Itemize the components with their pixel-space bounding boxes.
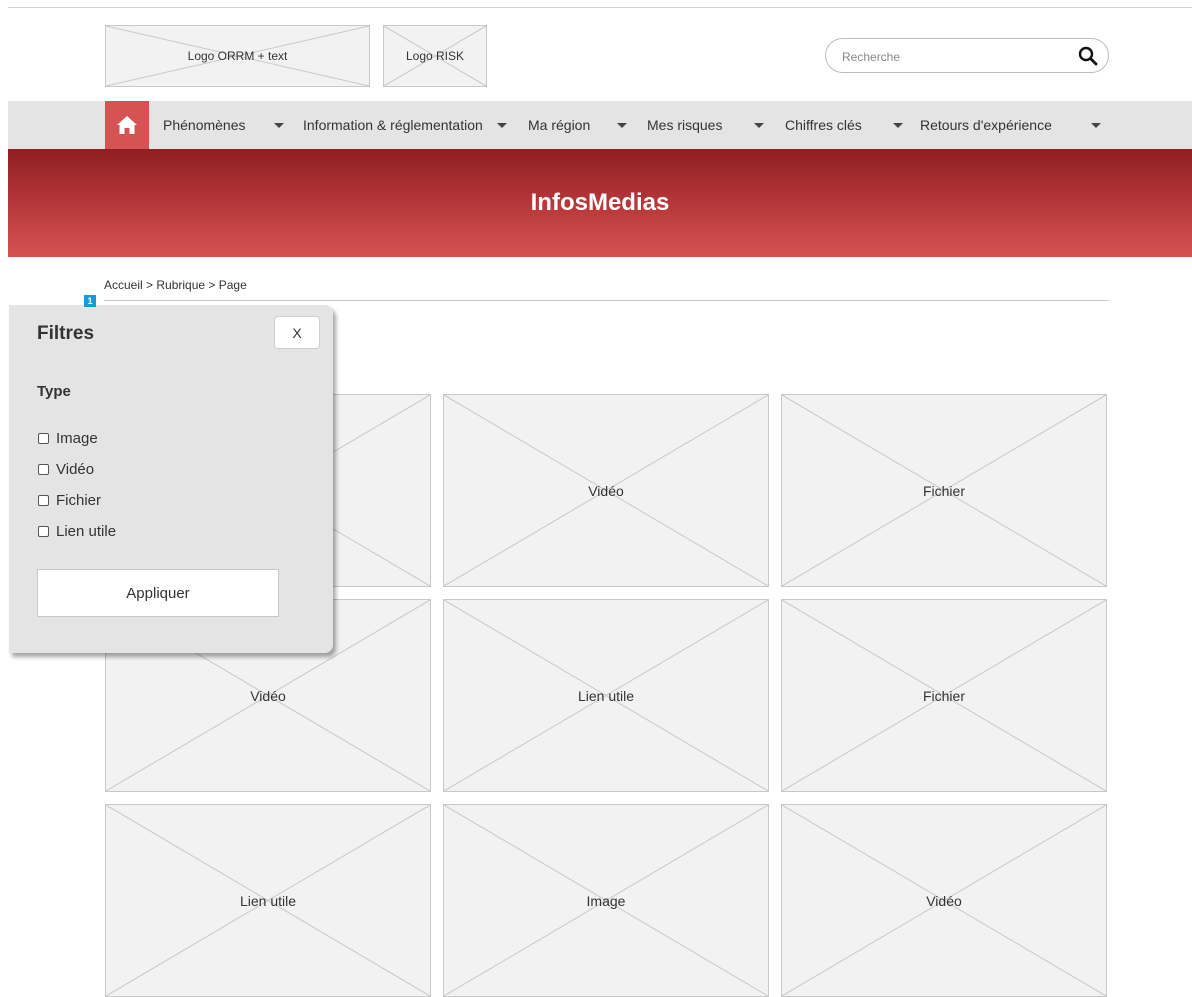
filter-section-title: Type [37, 383, 71, 400]
chevron-down-icon[interactable] [497, 123, 507, 128]
filter-option-lien-utile[interactable]: Lien utile [38, 523, 116, 540]
top-divider [8, 7, 1192, 8]
main-nav: Phénomènes Information & réglementation … [8, 101, 1192, 149]
media-card-label: Vidéo [926, 892, 962, 909]
media-card-label: Vidéo [588, 482, 624, 499]
filter-option-fichier[interactable]: Fichier [38, 492, 101, 509]
media-card-label: Fichier [922, 687, 965, 704]
nav-item-ma-region[interactable]: Ma région [528, 101, 590, 149]
filter-option-image[interactable]: Image [38, 430, 98, 447]
media-card-label: Lien utile [239, 892, 297, 909]
annotation-badge: 1 [84, 295, 96, 307]
breadcrumb[interactable]: Accueil > Rubrique > Page [104, 278, 247, 292]
media-card[interactable]: Image [443, 804, 769, 997]
checkbox[interactable] [38, 526, 49, 537]
home-button[interactable] [105, 101, 149, 149]
page-banner: InfosMedias [8, 149, 1192, 257]
filter-option-label: Vidéo [56, 461, 95, 478]
checkbox[interactable] [38, 433, 49, 444]
media-card-label: Lien utile [577, 687, 635, 704]
nav-item-chiffres-cles[interactable]: Chiffres clés [785, 101, 862, 149]
search-icon[interactable] [1078, 46, 1098, 66]
nav-label: Phénomènes [163, 117, 246, 133]
logo-orrm-label: Logo ORRM + text [187, 49, 288, 63]
nav-label: Mes risques [647, 117, 723, 133]
page-title: InfosMedias [530, 189, 670, 216]
nav-label: Information & réglementation [303, 117, 483, 133]
breadcrumb-divider [104, 300, 1109, 301]
media-card-label: Vidéo [250, 687, 286, 704]
media-card[interactable]: Fichier [781, 599, 1107, 792]
filter-option-video[interactable]: Vidéo [38, 461, 94, 478]
chevron-down-icon[interactable] [1091, 123, 1101, 128]
filter-title: Filtres [37, 323, 95, 344]
home-icon [117, 116, 137, 134]
media-card[interactable]: Vidéo [781, 804, 1107, 997]
logo-risk[interactable]: Logo RISK [383, 25, 487, 87]
chevron-down-icon[interactable] [893, 123, 903, 128]
media-card[interactable]: Lien utile [105, 804, 431, 997]
close-button[interactable]: X [274, 316, 320, 349]
apply-button[interactable]: Appliquer [37, 569, 279, 617]
nav-item-mes-risques[interactable]: Mes risques [647, 101, 722, 149]
nav-label: Retours d'expérience [920, 117, 1052, 133]
checkbox[interactable] [38, 495, 49, 506]
nav-item-retours[interactable]: Retours d'expérience [920, 101, 1052, 149]
filter-option-label: Image [56, 430, 98, 447]
search-input[interactable] [840, 46, 1064, 68]
logo-orrm[interactable]: Logo ORRM + text [105, 25, 370, 87]
filter-panel: Filtres X Type Image Vidéo Fichier Lien … [9, 305, 333, 653]
filter-option-label: Lien utile [56, 523, 117, 540]
chevron-down-icon[interactable] [274, 123, 284, 128]
filter-option-label: Fichier [56, 492, 102, 509]
nav-label: Ma région [528, 117, 591, 133]
media-card-label: Fichier [922, 482, 965, 499]
nav-label: Chiffres clés [785, 117, 862, 133]
checkbox[interactable] [38, 464, 49, 475]
chevron-down-icon[interactable] [617, 123, 627, 128]
search-bar [825, 38, 1109, 73]
chevron-down-icon[interactable] [754, 123, 764, 128]
media-card[interactable]: Fichier [781, 394, 1107, 587]
media-card[interactable]: Lien utile [443, 599, 769, 792]
media-card-label: Image [586, 892, 626, 909]
nav-item-phenomenes[interactable]: Phénomènes [163, 101, 246, 149]
media-card[interactable]: Vidéo [443, 394, 769, 587]
logo-risk-label: Logo RISK [405, 49, 465, 63]
nav-item-information[interactable]: Information & réglementation [303, 101, 483, 149]
